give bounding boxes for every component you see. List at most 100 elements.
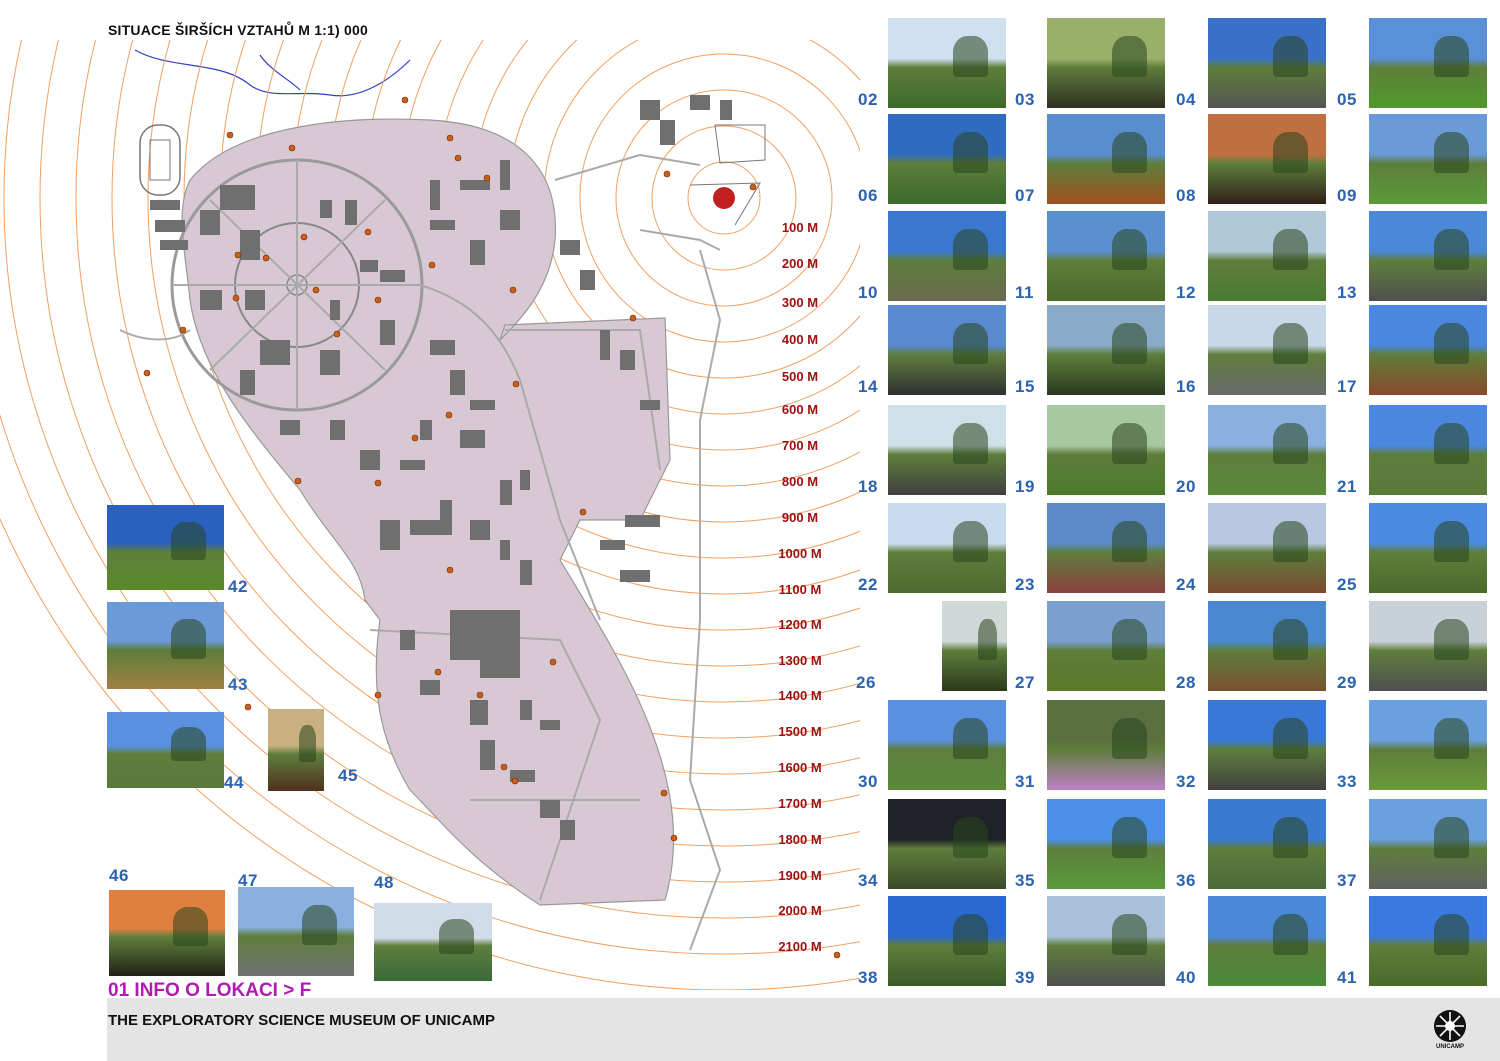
distance-label: 900 M	[781, 510, 819, 525]
photo-detail	[952, 323, 989, 364]
building	[540, 800, 560, 818]
photo-number: 43	[228, 675, 248, 694]
photo-detail	[952, 718, 989, 759]
map-marker	[663, 170, 671, 178]
site-photo	[1369, 601, 1487, 691]
building	[520, 560, 532, 585]
photo-number: 29	[1337, 673, 1357, 692]
site-photo	[1369, 503, 1487, 593]
photo-detail	[1433, 521, 1470, 562]
site-photo	[1208, 18, 1326, 108]
building	[360, 450, 380, 470]
map-marker	[226, 131, 234, 139]
site-photo	[888, 405, 1006, 495]
building	[200, 290, 222, 310]
unicamp-logo: UNICAMP	[1432, 1008, 1468, 1056]
building	[240, 370, 255, 395]
photo-number: 15	[1015, 377, 1035, 396]
building	[470, 520, 490, 540]
photo-number: 47	[238, 871, 258, 890]
site-photo	[888, 114, 1006, 204]
photo-detail	[1111, 36, 1148, 77]
map-marker	[374, 691, 382, 699]
photo-number: 02	[858, 90, 878, 109]
photo-number: 24	[1176, 575, 1196, 594]
map-marker	[476, 691, 484, 699]
building	[500, 540, 510, 560]
building	[460, 180, 490, 190]
building	[220, 185, 255, 210]
distance-label: 400 M	[781, 332, 819, 347]
site-photo	[1047, 700, 1165, 790]
building	[620, 350, 635, 370]
photo-detail	[1111, 423, 1148, 464]
photo-detail	[1433, 132, 1470, 173]
building	[660, 120, 675, 145]
map-marker	[509, 286, 517, 294]
site-photo	[1047, 18, 1165, 108]
building	[430, 220, 455, 230]
building	[430, 340, 455, 355]
distance-label: 300 M	[781, 295, 819, 310]
map-marker	[401, 96, 409, 104]
building	[640, 100, 660, 120]
photo-number: 41	[1337, 968, 1357, 987]
photo-number: 26	[856, 673, 876, 692]
photo-number: 37	[1337, 871, 1357, 890]
map-marker	[549, 658, 557, 666]
building	[400, 460, 425, 470]
photo-detail	[1433, 619, 1470, 660]
site-photo	[107, 712, 224, 788]
photo-number: 30	[858, 772, 878, 791]
site-photo	[1369, 700, 1487, 790]
distance-label: 600 M	[781, 402, 819, 417]
map-marker	[500, 763, 508, 771]
photo-number: 22	[858, 575, 878, 594]
building	[150, 200, 180, 210]
building	[500, 160, 510, 190]
photo-number: 38	[858, 968, 878, 987]
map-marker	[749, 183, 757, 191]
photo-detail	[952, 132, 989, 173]
map-marker	[445, 411, 453, 419]
photo-detail	[438, 918, 475, 954]
photo-number: 16	[1176, 377, 1196, 396]
distance-label: 1200 M	[778, 617, 822, 632]
distance-label: 1300 M	[778, 653, 822, 668]
map-marker	[670, 834, 678, 842]
photo-detail	[1272, 619, 1309, 660]
distance-label: 2000 M	[778, 903, 822, 918]
site-photo	[1208, 305, 1326, 395]
distance-label: 1900 M	[778, 868, 822, 883]
map-marker	[294, 477, 302, 485]
photo-number: 27	[1015, 673, 1035, 692]
building	[480, 740, 495, 770]
site-photo	[1208, 211, 1326, 301]
map-marker	[434, 668, 442, 676]
distance-label: 1800 M	[778, 832, 822, 847]
river	[134, 49, 411, 97]
photo-number: 13	[1337, 283, 1357, 302]
distance-label: 1100 M	[778, 582, 822, 597]
building	[280, 420, 300, 435]
photo-number: 23	[1015, 575, 1035, 594]
site-photo	[888, 18, 1006, 108]
photo-number: 33	[1337, 772, 1357, 791]
photo-number: 08	[1176, 186, 1196, 205]
building	[560, 240, 580, 255]
building	[245, 290, 265, 310]
map-marker	[312, 286, 320, 294]
photo-detail	[977, 619, 998, 660]
map-marker	[483, 174, 491, 182]
footer-band	[107, 998, 1500, 1061]
photo-number: 45	[338, 766, 358, 785]
map-marker	[288, 144, 296, 152]
photo-detail	[171, 619, 207, 659]
photo-detail	[952, 521, 989, 562]
map-marker	[232, 294, 240, 302]
photo-number: 21	[1337, 477, 1357, 496]
photo-detail	[1111, 914, 1148, 955]
photo-number: 46	[109, 866, 129, 885]
photo-number: 11	[1015, 283, 1034, 302]
distance-label: 200 M	[781, 256, 819, 271]
